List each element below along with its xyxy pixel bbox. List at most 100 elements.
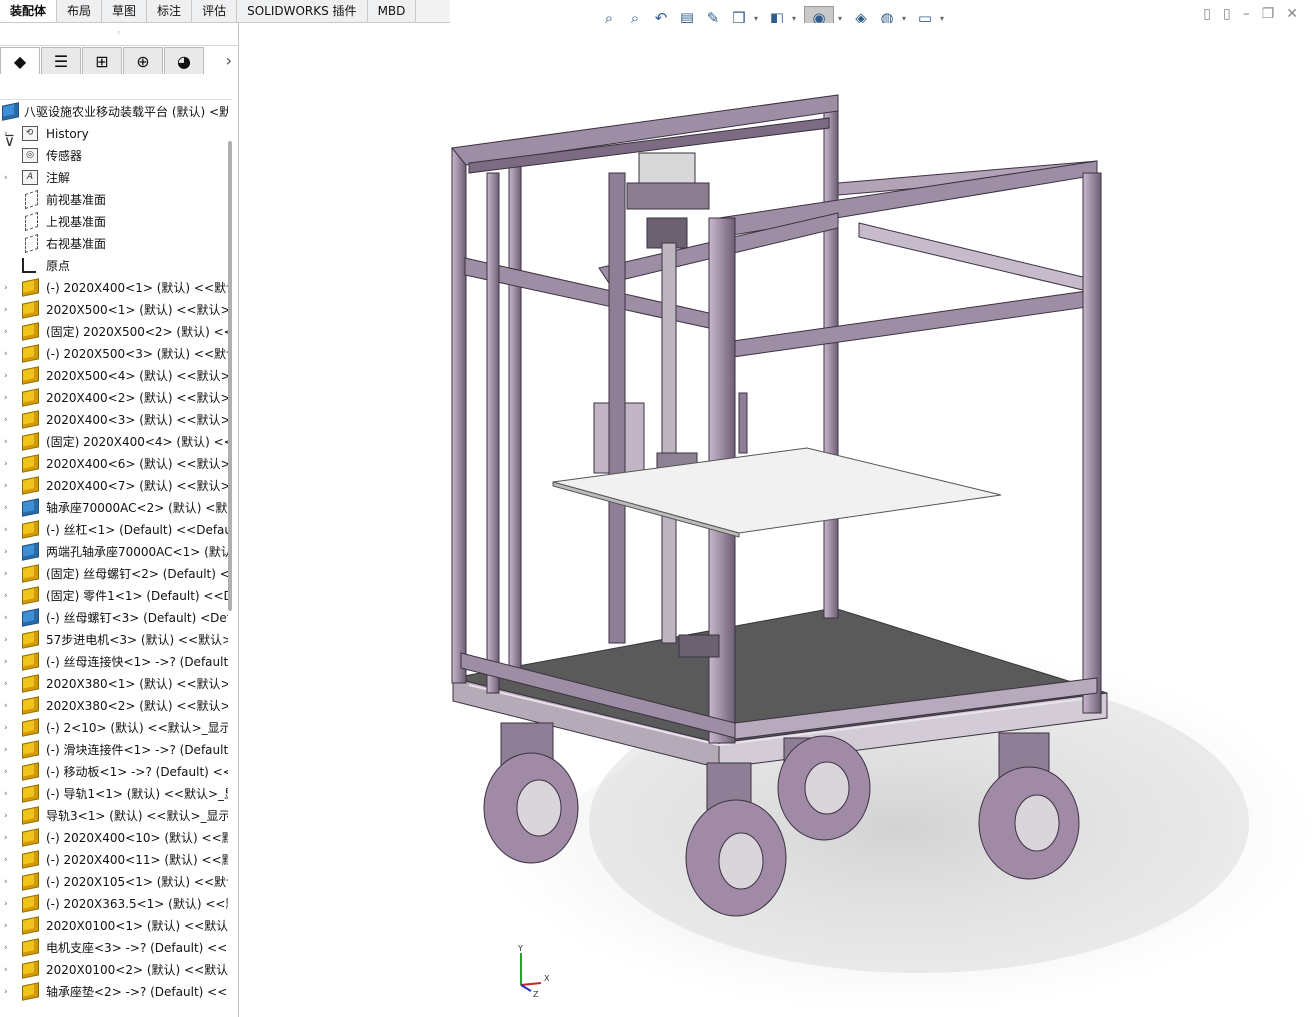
tree-item[interactable]: › 2020X400<6> (默认) <<默认>_: [0, 453, 228, 475]
command-tab[interactable]: SOLIDWORKS 插件: [237, 0, 368, 22]
expand-arrow-icon[interactable]: ›: [4, 453, 14, 475]
expand-arrow-icon[interactable]: ›: [4, 805, 14, 827]
tree-item[interactable]: › (-) 导轨1<1> (默认) <<默认>_显: [0, 783, 228, 805]
tree-item[interactable]: › (-) 2020X400<11> (默认) <<默: [0, 849, 228, 871]
tree-item[interactable]: › (-) 移动板<1> ->? (Default) <<: [0, 761, 228, 783]
expand-arrow-icon[interactable]: ›: [4, 123, 14, 145]
minimize-icon[interactable]: –: [1243, 6, 1250, 22]
tree-item[interactable]: › 2020X400<2> (默认) <<默认>_: [0, 387, 228, 409]
tree-item[interactable]: › (-) 2020X105<1> (默认) <<默认: [0, 871, 228, 893]
tree-root[interactable]: 八驱设施农业移动装载平台 (默认) <默: [0, 101, 228, 123]
panel-grip[interactable]: ◦: [0, 23, 238, 46]
tree-item[interactable]: › 57步进电机<3> (默认) <<默认>: [0, 629, 228, 651]
expand-arrow-icon[interactable]: ›: [4, 783, 14, 805]
expand-arrow-icon[interactable]: ›: [4, 739, 14, 761]
tree-item[interactable]: › (-) 丝母螺钉<3> (Default) <Def: [0, 607, 228, 629]
expand-arrow-icon[interactable]: ›: [4, 981, 14, 1003]
command-tab[interactable]: 布局: [57, 0, 103, 22]
tree-item[interactable]: › ⟲ History: [0, 123, 228, 145]
chevron-right-icon[interactable]: ›: [226, 51, 232, 70]
command-tab[interactable]: 评估: [192, 0, 238, 22]
restore-icon[interactable]: ❐: [1262, 6, 1275, 22]
tree-item[interactable]: › 2020X0100<2> (默认) <<默认>: [0, 959, 228, 981]
expand-arrow-icon[interactable]: ›: [4, 761, 14, 783]
expand-arrow-icon[interactable]: ›: [4, 475, 14, 497]
tile-left-icon[interactable]: ▯: [1203, 6, 1211, 22]
tree-item[interactable]: › (-) 2020X400<10> (默认) <<默: [0, 827, 228, 849]
dropdown-arrow-icon[interactable]: ▾: [940, 14, 948, 23]
tree-item[interactable]: › 轴承座70000AC<2> (默认) <默: [0, 497, 228, 519]
tree-item[interactable]: › 2020X380<2> (默认) <<默认>_: [0, 695, 228, 717]
tree-item[interactable]: 前视基准面: [0, 189, 228, 211]
tree-item[interactable]: › (-) 2020X363.5<1> (默认) <<默: [0, 893, 228, 915]
expand-arrow-icon[interactable]: ›: [4, 497, 14, 519]
expand-arrow-icon[interactable]: ›: [4, 629, 14, 651]
expand-arrow-icon[interactable]: ›: [4, 299, 14, 321]
configurationmanager-icon[interactable]: ⊞: [82, 47, 122, 74]
expand-arrow-icon[interactable]: ›: [4, 343, 14, 365]
tree-item[interactable]: › 两端孔轴承座70000AC<1> (默认: [0, 541, 228, 563]
command-tab[interactable]: 草图: [102, 0, 148, 22]
tree-item[interactable]: › (-) 滑块连接件<1> ->? (Default: [0, 739, 228, 761]
expand-arrow-icon[interactable]: ›: [4, 651, 14, 673]
tree-item[interactable]: › 导轨3<1> (默认) <<默认>_显示: [0, 805, 228, 827]
tree-item[interactable]: › 2020X500<1> (默认) <<默认>_: [0, 299, 228, 321]
expand-arrow-icon[interactable]: ›: [4, 871, 14, 893]
tile-right-icon[interactable]: ▯: [1223, 6, 1231, 22]
dropdown-arrow-icon[interactable]: ▾: [754, 14, 762, 23]
tree-item[interactable]: › (-) 2020X500<3> (默认) <<默认: [0, 343, 228, 365]
tree-item[interactable]: › 2020X400<7> (默认) <<默认>_: [0, 475, 228, 497]
tree-item[interactable]: ◎ 传感器: [0, 145, 228, 167]
expand-arrow-icon[interactable]: ›: [4, 409, 14, 431]
tree-item[interactable]: 上视基准面: [0, 211, 228, 233]
tree-item[interactable]: 原点: [0, 255, 228, 277]
command-tab[interactable]: MBD: [367, 0, 417, 22]
expand-arrow-icon[interactable]: ›: [4, 431, 14, 453]
tree-item[interactable]: › 2020X400<3> (默认) <<默认>_: [0, 409, 228, 431]
expand-arrow-icon[interactable]: ›: [4, 959, 14, 981]
expand-arrow-icon[interactable]: ›: [4, 893, 14, 915]
expand-arrow-icon[interactable]: ›: [4, 167, 14, 189]
tree-item[interactable]: › 电机支座<3> ->? (Default) <<: [0, 937, 228, 959]
featuremanager-icon[interactable]: ◆: [0, 47, 40, 74]
dropdown-arrow-icon[interactable]: ▾: [838, 14, 846, 23]
tree-item[interactable]: › 2020X500<4> (默认) <<默认>_: [0, 365, 228, 387]
command-tab[interactable]: 装配体: [0, 0, 58, 22]
tree-item[interactable]: › (-) 2<10> (默认) <<默认>_显示: [0, 717, 228, 739]
expand-arrow-icon[interactable]: ›: [4, 673, 14, 695]
tree-item[interactable]: 右视基准面: [0, 233, 228, 255]
expand-arrow-icon[interactable]: ›: [4, 937, 14, 959]
expand-arrow-icon[interactable]: ›: [4, 849, 14, 871]
tree-item[interactable]: › (固定) 丝母螺钉<2> (Default) <: [0, 563, 228, 585]
tree-item[interactable]: › (-) 丝母连接快<1> ->? (Default: [0, 651, 228, 673]
tree-item[interactable]: › (-) 丝杠<1> (Default) <<Defau: [0, 519, 228, 541]
dimxpert-icon[interactable]: ⊕: [123, 47, 163, 74]
tree-item[interactable]: › (固定) 2020X500<2> (默认) <<: [0, 321, 228, 343]
expand-arrow-icon[interactable]: ›: [4, 695, 14, 717]
expand-arrow-icon[interactable]: ›: [4, 827, 14, 849]
tree-item[interactable]: › 2020X380<1> (默认) <<默认>_: [0, 673, 228, 695]
expand-arrow-icon[interactable]: ›: [4, 365, 14, 387]
assembly-model[interactable]: [239, 23, 1316, 1017]
tree-scrollbar[interactable]: [228, 141, 232, 611]
tree-item[interactable]: › 2020X0100<1> (默认) <<默认>: [0, 915, 228, 937]
command-tab[interactable]: 标注: [147, 0, 193, 22]
graphics-area[interactable]: Y X Z: [239, 23, 1316, 1017]
tree-item[interactable]: › 轴承座垫<2> ->? (Default) <<: [0, 981, 228, 1003]
expand-arrow-icon[interactable]: ›: [4, 277, 14, 299]
tree-item[interactable]: › A 注解: [0, 167, 228, 189]
expand-arrow-icon[interactable]: ›: [4, 717, 14, 739]
dropdown-arrow-icon[interactable]: ▾: [902, 14, 910, 23]
expand-arrow-icon[interactable]: ›: [4, 563, 14, 585]
expand-arrow-icon[interactable]: ›: [4, 387, 14, 409]
expand-arrow-icon[interactable]: ›: [4, 585, 14, 607]
display-manager-icon[interactable]: ◕: [164, 47, 204, 74]
tree-item[interactable]: › (固定) 零件1<1> (Default) <<D: [0, 585, 228, 607]
expand-arrow-icon[interactable]: ›: [4, 321, 14, 343]
tree-item[interactable]: › (固定) 2020X400<4> (默认) <<: [0, 431, 228, 453]
expand-arrow-icon[interactable]: ›: [4, 519, 14, 541]
expand-arrow-icon[interactable]: ›: [4, 541, 14, 563]
expand-arrow-icon[interactable]: ›: [4, 915, 14, 937]
tree-item[interactable]: › (-) 2020X400<1> (默认) <<默认: [0, 277, 228, 299]
propertymanager-icon[interactable]: ☰: [41, 47, 81, 74]
